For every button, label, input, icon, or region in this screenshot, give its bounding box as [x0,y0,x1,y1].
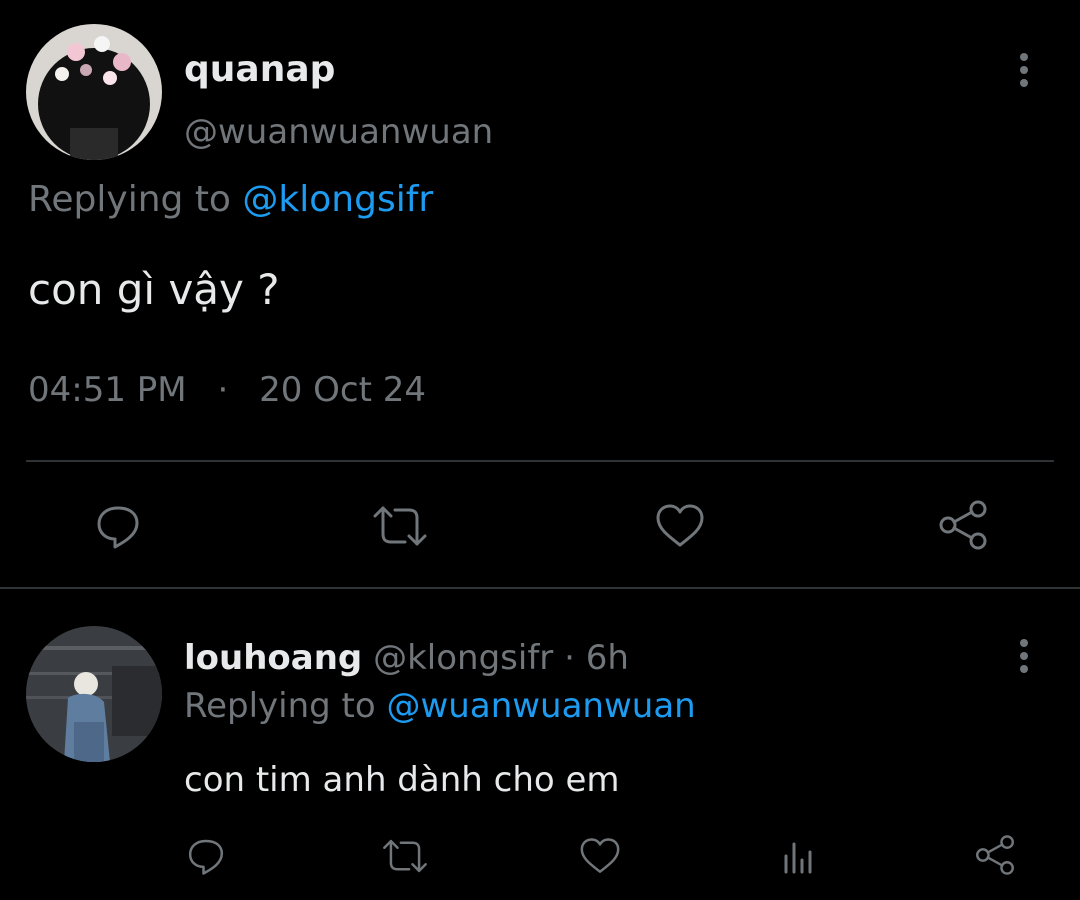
reply-analytics-icon[interactable] [776,834,820,878]
section-divider [0,587,1080,589]
reply-author-display-name[interactable]: louhoang [184,638,362,678]
author-handle[interactable]: @wuanwuanwuan [184,110,493,154]
tweet-time: 04:51 PM [28,370,187,410]
author-display-name[interactable]: quanap [184,48,335,92]
tweet-text: con gì vậy ? [28,265,280,314]
reply-replying-to-label: Replying to [184,686,376,726]
replying-to-handle-link[interactable]: @klongsifr [242,179,433,220]
author-avatar[interactable] [26,24,162,160]
like-icon[interactable] [654,500,706,552]
reply-like-icon[interactable] [578,834,622,878]
reply-author-handle[interactable]: @klongsifr [373,638,553,678]
reply-separator: · [564,638,575,678]
reply-retweet-icon[interactable] [380,834,430,878]
share-icon[interactable] [936,498,990,552]
tweet-timestamp[interactable]: 04:51 PM · 20 Oct 24 [28,368,426,412]
replying-to-line: Replying to @klongsifr [28,178,433,222]
reply-header: louhoang @klongsifr · 6h [184,636,629,680]
replying-to-label: Replying to [28,179,231,220]
reply-icon[interactable] [92,500,144,552]
reply-reply-icon[interactable] [184,834,228,878]
divider [26,460,1054,462]
reply-age: 6h [585,638,629,678]
more-options-icon[interactable] [1004,50,1044,90]
retweet-icon[interactable] [370,500,430,552]
reply-replying-to-line: Replying to @wuanwuanwuan [184,684,696,728]
reply-share-icon[interactable] [972,832,1018,878]
timestamp-separator: · [217,370,229,410]
tweet-date: 20 Oct 24 [259,370,427,410]
reply-text: con tim anh dành cho em [184,760,620,800]
reply-more-options-icon[interactable] [1004,636,1044,676]
reply-author-avatar[interactable] [26,626,162,762]
reply-replying-to-handle-link[interactable]: @wuanwuanwuan [387,686,696,726]
